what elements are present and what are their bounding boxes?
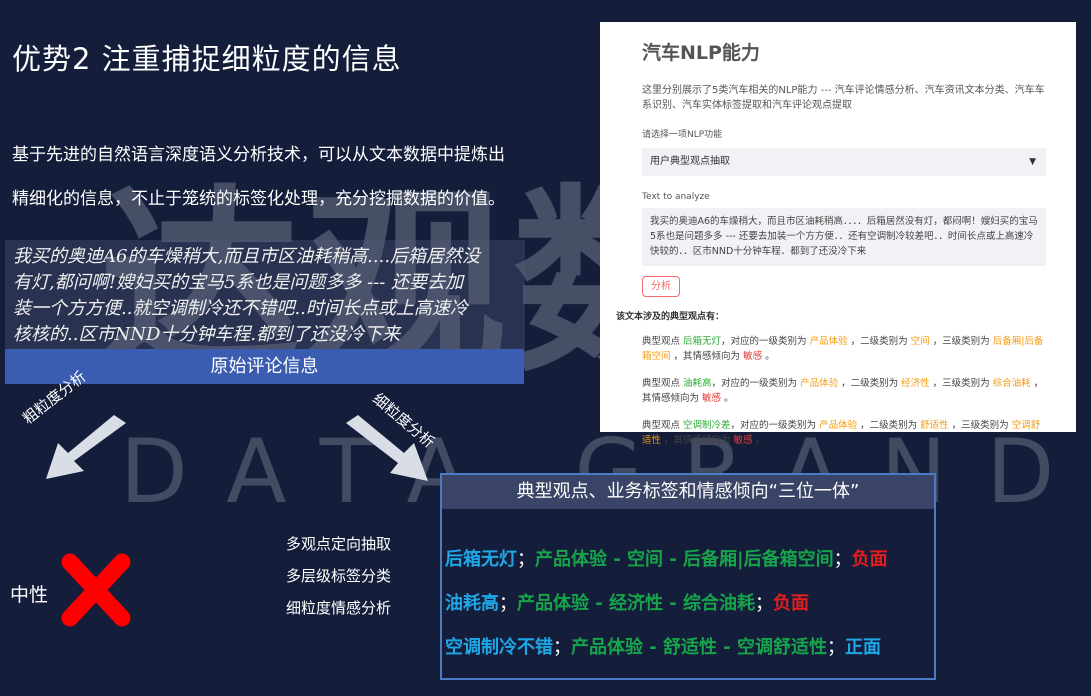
nlp-function-select[interactable]: 用户典型观点抽取 ▼: [642, 148, 1046, 176]
opinion-text: 后箱无灯: [445, 549, 517, 570]
three-in-one-result-box: 典型观点、业务标签和情感倾向“三位一体” 后箱无灯；产品体验 - 空间 - 后备…: [440, 473, 936, 680]
sentiment-text: 负面: [851, 549, 888, 570]
result-text: ，二级类别为: [847, 336, 911, 347]
result-text: 。: [762, 351, 775, 362]
neutral-label: 中性: [10, 584, 49, 606]
opinion-text: 油耗高: [683, 378, 712, 389]
separator: ；: [499, 593, 517, 614]
text-label: Text to analyze: [642, 192, 710, 202]
tag-text: 产品体验 - 舒适性 - 空调舒适性: [571, 637, 828, 658]
tag-text: 产品体验 - 经济性 - 综合油耗: [517, 593, 756, 614]
result-text: ，三级类别为: [929, 336, 993, 347]
description-line-2: 精细化的信息，不止于笼统的标签化处理，充分挖掘数据的价值。: [12, 189, 505, 209]
separator: ；: [517, 549, 535, 570]
page-title: 优势2 注重捕捉细粒度的信息: [12, 42, 402, 76]
result-text: ，二级类别为: [838, 378, 902, 389]
sentiment-text: 负面: [773, 593, 810, 614]
description-line-1: 基于先进的自然语言深度语义分析技术，可以从文本数据中提炼出: [12, 145, 505, 165]
category-2: 空间: [910, 336, 930, 347]
result-text: 。: [752, 435, 766, 446]
sentiment-text: 正面: [845, 637, 882, 658]
tag-text: 产品体验 - 空间 - 后备厢|后备箱空间: [535, 549, 834, 570]
result-item: 典型观点 空调制冷差，对应的一级类别为 产品体验 ，二级类别为 舒适性 ，三级类…: [642, 418, 1046, 448]
result-box-header: 典型观点、业务标签和情感倾向“三位一体”: [442, 475, 934, 509]
capability-item: 多层级标签分类: [286, 567, 392, 585]
select-value: 用户典型观点抽取: [650, 156, 730, 167]
capability-item: 细粒度情感分析: [286, 599, 392, 617]
category-1: 产品体验: [809, 336, 848, 347]
result-row: 后箱无灯；产品体验 - 空间 - 后备厢|后备箱空间；负面: [445, 545, 888, 571]
result-title: 该文本涉及的典型观点有：: [616, 312, 725, 322]
comment-line: 有灯,都问啊!嫂妇买的宝马5系也是问题多多 --- 还要去加: [13, 272, 464, 293]
capability-list: 多观点定向抽取 多层级标签分类 细粒度情感分析: [286, 528, 391, 624]
result-text: ，对应的一级类别为: [730, 420, 820, 431]
caret-down-icon: ▼: [1029, 157, 1036, 167]
result-text: ，对应的一级类别为: [711, 378, 801, 389]
result-text: 。: [721, 393, 734, 404]
comment-line: 装一个方方便..就空调制冷还不错吧..时间长点或上高速冷: [13, 298, 468, 319]
result-text: ，三级类别为: [929, 378, 993, 389]
category-1: 产品体验: [819, 420, 858, 431]
category-2: 舒适性: [920, 420, 949, 431]
opinion-text: 空调制冷不错: [445, 637, 553, 658]
opinion-text: 空调制冷差: [683, 420, 731, 431]
panel-intro: 这里分别展示了5类汽车相关的NLP能力 --- 汽车评论情感分析、汽车资讯文本分…: [642, 85, 1045, 111]
coarse-arrow-icon: [46, 415, 126, 479]
comment-line: 我买的奥迪A6的车燥稍大,而且市区油耗稍高....后箱居然没: [13, 246, 481, 267]
cross-icon: [61, 553, 131, 627]
result-item: 典型观点 后箱无灯，对应的一级类别为 产品体验 ，二级类别为 空间 ，三级类别为…: [642, 334, 1046, 364]
nlp-demo-panel: 汽车NLP能力 这里分别展示了5类汽车相关的NLP能力 --- 汽车评论情感分析…: [600, 22, 1076, 446]
capability-item: 多观点定向抽取: [286, 535, 392, 553]
result-text: ，其情感倾向为: [661, 435, 734, 446]
result-text: ，三级类别为: [948, 420, 1012, 431]
sentiment-text: 敏感: [733, 435, 753, 446]
separator: ；: [553, 637, 571, 658]
separator: ；: [755, 593, 774, 614]
result-row: 空调制冷不错；产品体验 - 舒适性 - 空调舒适性；正面: [445, 633, 881, 659]
analyze-button[interactable]: 分析: [642, 276, 680, 297]
category-1: 产品体验: [800, 378, 839, 389]
opinion-text: 油耗高: [445, 593, 499, 614]
opinion-text: 后箱无灯: [683, 336, 722, 347]
separator: ；: [827, 637, 846, 658]
separator: ；: [833, 549, 852, 570]
result-text: ，其情感倾向为: [670, 351, 744, 362]
result-text: 典型观点: [642, 378, 684, 389]
select-label: 请选择一项NLP功能: [642, 130, 723, 140]
text-to-analyze-input[interactable]: 我买的奥迪A6的车燥稍大，而且市区油耗稍高．．．．后箱居然没有灯，都闷啊！嫂妇买…: [642, 208, 1046, 266]
handwritten-comment: 我买的奥迪A6的车燥稍大,而且市区油耗稍高....后箱居然没 有灯,都问啊!嫂妇…: [5, 240, 525, 350]
sentiment-text: 敏感: [743, 351, 763, 362]
result-item: 典型观点 油耗高，对应的一级类别为 产品体验 ，二级类别为 经济性 ，三级类别为…: [642, 376, 1046, 406]
result-text: 典型观点: [642, 336, 684, 347]
comment-line: 核核的..区市NND十分钟车程.都到了还没冷下来: [13, 324, 401, 345]
result-text: ，对应的一级类别为: [721, 336, 810, 347]
panel-title: 汽车NLP能力: [642, 42, 760, 64]
category-3: 综合油耗: [992, 378, 1031, 389]
result-row: 油耗高；产品体验 - 经济性 - 综合油耗；负面: [445, 589, 809, 615]
result-text: 典型观点: [642, 420, 684, 431]
sentiment-text: 敏感: [702, 393, 722, 404]
category-2: 经济性: [901, 378, 930, 389]
result-text: ，二级类别为: [857, 420, 921, 431]
